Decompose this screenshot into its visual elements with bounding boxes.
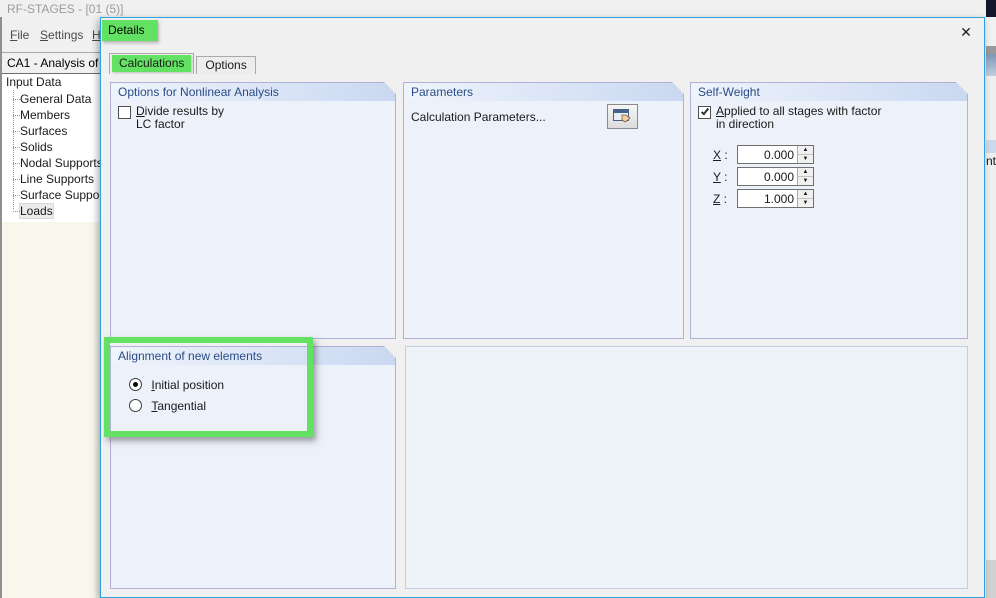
tree-root-input-data[interactable]: Input Data [2,74,100,91]
factor-y-input[interactable]: 0.000 ▲ ▼ [737,167,814,186]
menu-settings[interactable]: Settings [40,28,83,42]
calculation-parameters-label: Calculation Parameters... [411,110,546,124]
factor-y-row: Y : 0.000 ▲ ▼ [713,167,814,186]
group-nonlinear-title: Options for Nonlinear Analysis [111,83,395,101]
factor-x-row: X : 0.000 ▲ ▼ [713,145,814,164]
tree-item-line-supports[interactable]: Line Supports [2,171,100,187]
spin-down-icon[interactable]: ▼ [798,199,813,207]
factor-x-spinner: ▲ ▼ [797,146,813,163]
calculation-parameters-button[interactable] [607,104,638,129]
factor-x-label: X : [713,148,737,162]
sliver-light-band [986,17,996,46]
menubar: File Settings H [2,17,100,52]
spin-down-icon[interactable]: ▼ [798,155,813,163]
sliver-blue-band [986,54,996,76]
group-parameters: Parameters Calculation Parameters... [403,82,684,339]
tree-item-surface-supports[interactable]: Surface Supports [2,187,100,203]
close-icon[interactable]: ✕ [955,22,977,44]
spin-down-icon[interactable]: ▼ [798,177,813,185]
self-weight-checkbox[interactable] [698,106,711,119]
tree-item-general-data[interactable]: General Data [2,91,100,107]
navigator-empty-area [2,222,100,598]
tree-item-solids[interactable]: Solids [2,139,100,155]
factor-z-label: Z : [713,192,737,206]
sliver-bottom-band [986,560,996,598]
sliver-text-fragment: nt [986,153,996,172]
group-self-weight-title: Self-Weight [691,83,967,101]
sliver-lightblue-band [986,140,996,153]
spin-up-icon[interactable]: ▲ [798,190,813,199]
tab-calculations[interactable]: Calculations [109,53,194,74]
tree-item-surfaces[interactable]: Surfaces [2,123,100,139]
background-window-right-sliver: nt [986,0,996,598]
group-parameters-title: Parameters [404,83,683,101]
factor-x-input[interactable]: 0.000 ▲ ▼ [737,145,814,164]
menu-file[interactable]: File [10,28,29,42]
tab-options[interactable]: Options [196,56,255,74]
self-weight-label: Applied to all stages with factor in dir… [716,105,881,131]
dialog-title: Details [102,20,158,41]
menu-help[interactable]: H [92,28,100,42]
empty-panel [405,346,968,589]
check-icon [701,107,709,116]
divide-results-checkbox[interactable] [118,106,131,119]
factor-y-label: Y : [713,170,737,184]
spin-up-icon[interactable]: ▲ [798,146,813,155]
tab-strip: Calculations Options [109,52,256,74]
group-self-weight: Self-Weight Applied to all stages with f… [690,82,968,339]
tree-item-loads[interactable]: Loads [2,203,100,219]
navigator-tree: Input Data General Data Members Surfaces… [2,74,100,222]
group-nonlinear-analysis: Options for Nonlinear Analysis Divide re… [110,82,396,339]
spin-up-icon[interactable]: ▲ [798,168,813,177]
tree-item-members[interactable]: Members [2,107,100,123]
factor-z-spinner: ▲ ▼ [797,190,813,207]
background-window-title: RF-STAGES - [01 (5)] [7,2,123,16]
divide-results-label: Divide results by LC factor [136,105,224,131]
case-selector[interactable]: CA1 - Analysis of co [2,52,100,74]
factor-z-input[interactable]: 1.000 ▲ ▼ [737,189,814,208]
sliver-gray-band [986,46,996,54]
annotation-highlight-rectangle [104,337,313,437]
factor-z-row: Z : 1.000 ▲ ▼ [713,189,814,208]
calculation-parameters-icon [613,109,632,124]
factor-y-spinner: ▲ ▼ [797,168,813,185]
sliver-dark-band [986,0,996,17]
tree-item-nodal-supports[interactable]: Nodal Supports [2,155,100,171]
details-dialog: Details ✕ Calculations Options Options f… [100,17,985,598]
background-window-titlebar: RF-STAGES - [01 (5)] [0,0,996,17]
